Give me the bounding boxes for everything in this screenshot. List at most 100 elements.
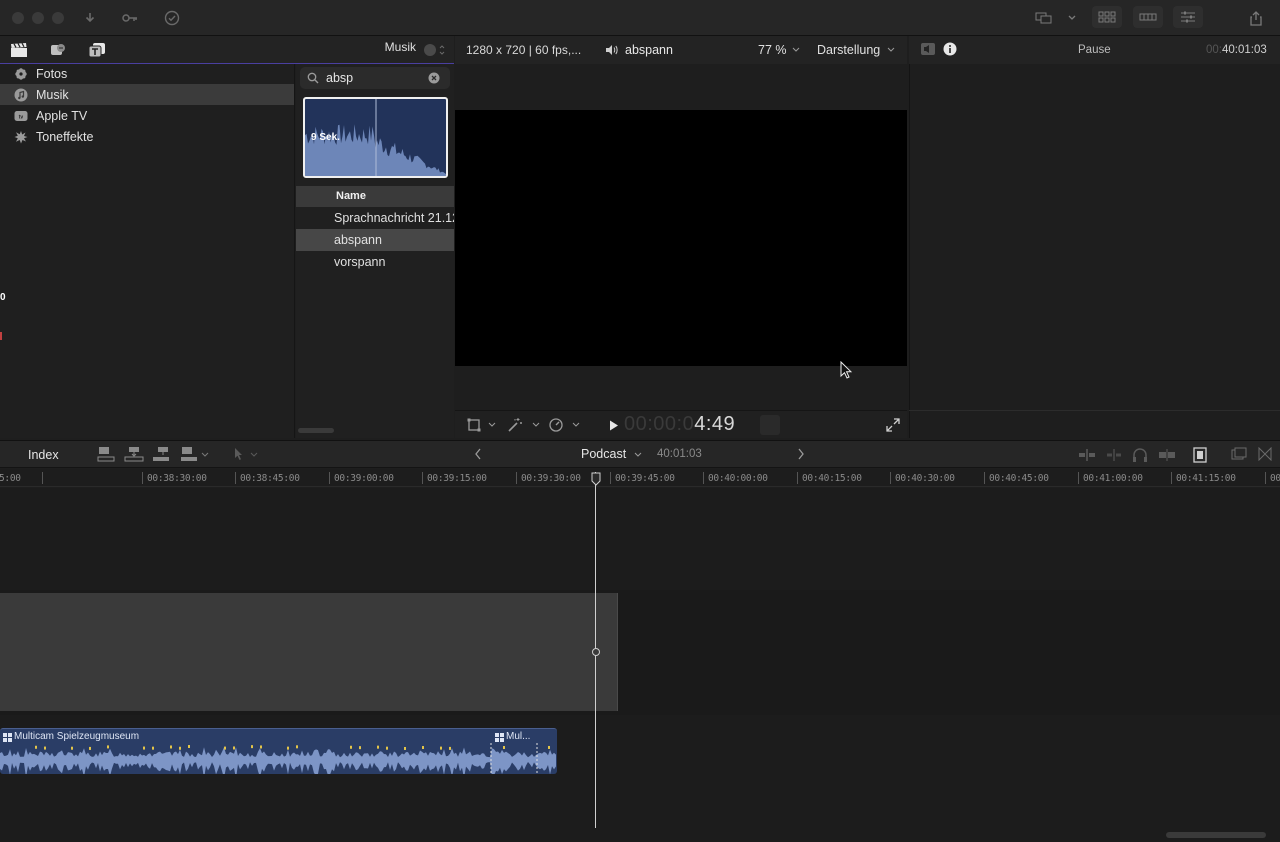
timeline-ruler[interactable]: 5:00 00:38:30:00 00:38:45:00 00:39:00:00 00:…: [0, 469, 1280, 487]
close-window-button[interactable]: [12, 12, 24, 24]
zoom-window-button[interactable]: [52, 12, 64, 24]
retime-button[interactable]: [548, 417, 564, 433]
apple-tv-icon: tv: [14, 109, 28, 123]
search-input[interactable]: [326, 69, 422, 87]
audio-peak: [224, 746, 226, 750]
sidebar-item-apple-tv[interactable]: tv Apple TV: [0, 105, 294, 126]
media-icon: [51, 44, 65, 55]
skimming-button[interactable]: [1078, 448, 1096, 462]
ruler-tick: [797, 472, 798, 484]
viewer-canvas[interactable]: [455, 110, 907, 366]
photos-audio-tab[interactable]: [47, 40, 69, 60]
effects-browser-button[interactable]: [1231, 447, 1247, 461]
gap-clip[interactable]: [0, 593, 618, 711]
ruler-tick: [1171, 472, 1172, 484]
timeline-scrollbar[interactable]: [1166, 832, 1266, 838]
duration-label: 9 Sek.: [311, 132, 340, 143]
audio-meter: [760, 415, 780, 435]
clip-appearance-button[interactable]: [1192, 447, 1208, 463]
chevron-down-icon[interactable]: [488, 422, 496, 428]
titles-generators-tab[interactable]: [86, 40, 108, 60]
list-item[interactable]: Sprachnachricht 21.12: [296, 207, 454, 229]
chevron-down-icon[interactable]: [572, 422, 580, 428]
display-menu[interactable]: Darstellung: [817, 43, 880, 57]
viewer-header: 1280 x 720 | 60 fps,... abspann 77 % Dar…: [455, 36, 907, 64]
sidebar-item-musik[interactable]: Musik: [0, 84, 294, 105]
show-timeline-button[interactable]: [1133, 6, 1163, 28]
share-button[interactable]: [1246, 8, 1266, 28]
list-item[interactable]: abspann: [296, 229, 454, 251]
playhead-marker[interactable]: [592, 648, 600, 656]
select-tool-button[interactable]: [233, 447, 245, 461]
enhance-button[interactable]: [507, 417, 523, 433]
ruler-tick: [142, 472, 143, 484]
grid-icon: [1098, 11, 1116, 23]
edge-indicator: [0, 332, 2, 340]
effects-icon: [1231, 447, 1247, 460]
info-inspector-tab[interactable]: [943, 42, 957, 56]
libraries-tab[interactable]: [8, 40, 30, 60]
chevron-right-icon: [798, 448, 804, 460]
ruler-tick: [42, 472, 43, 484]
browser-scrollbar[interactable]: [298, 428, 334, 433]
play-button[interactable]: [609, 420, 619, 431]
category-stepper[interactable]: [439, 44, 445, 56]
audio-peak: [89, 746, 91, 750]
category-menu-button[interactable]: [424, 44, 436, 56]
clear-search-button[interactable]: [428, 72, 440, 84]
snapping-button[interactable]: [1158, 448, 1176, 462]
keywords-button[interactable]: [120, 8, 140, 28]
transform-button[interactable]: [467, 418, 483, 432]
workspace-menu-button[interactable]: [1062, 8, 1082, 28]
show-browser-button[interactable]: [1092, 6, 1122, 28]
sidebar-item-fotos[interactable]: Fotos: [0, 63, 294, 84]
audio-peak: [440, 746, 442, 750]
ruler-label: 00:39:00:00: [334, 473, 394, 484]
background-tasks-button[interactable]: [162, 8, 182, 28]
audio-skimming-button[interactable]: [1105, 448, 1123, 462]
chevron-down-icon[interactable]: [250, 452, 258, 458]
workspace-button[interactable]: [1034, 8, 1054, 28]
minimize-window-button[interactable]: [32, 12, 44, 24]
audio-thumbnail[interactable]: 9 Sek.: [303, 97, 448, 178]
chevron-down-icon[interactable]: [201, 452, 209, 458]
ruler-label: 00:41:00:00: [1083, 473, 1143, 484]
music-note-icon: [14, 88, 28, 102]
viewer-clip-name: abspann: [625, 43, 673, 57]
connect-clip-button[interactable]: [97, 446, 115, 462]
audio-peak: [143, 746, 145, 750]
chevron-down-icon[interactable]: [532, 422, 540, 428]
share-icon: [1250, 11, 1262, 26]
insert-clip-button[interactable]: [124, 446, 144, 462]
overwrite-clip-button[interactable]: [180, 446, 198, 462]
solo-button[interactable]: [1132, 447, 1148, 463]
index-button[interactable]: Index: [28, 448, 59, 462]
append-clip-button[interactable]: [152, 446, 170, 462]
history-forward-button[interactable]: [797, 448, 805, 460]
list-column-header[interactable]: Name: [296, 186, 454, 207]
zoom-level[interactable]: 77 %: [758, 43, 787, 57]
transitions-browser-button[interactable]: [1258, 447, 1272, 461]
inspector-divider: [909, 410, 1280, 411]
audio-peak: [548, 745, 550, 749]
audio-peak: [251, 745, 253, 749]
upper-lane: [0, 488, 1280, 590]
multicam-clip[interactable]: Multicam Spielzeugmuseum Mul...: [0, 728, 557, 774]
chevron-down-icon[interactable]: [887, 47, 895, 53]
list-item[interactable]: vorspann: [296, 251, 454, 273]
chevron-down-icon[interactable]: [634, 452, 642, 458]
show-inspector-button[interactable]: [1173, 6, 1203, 28]
sidebar-item-toneffekte[interactable]: Toneffekte: [0, 126, 294, 147]
playhead-handle[interactable]: [591, 472, 601, 486]
viewer-timecode[interactable]: 00:00:04:49: [624, 413, 735, 436]
fullscreen-button[interactable]: [886, 418, 900, 432]
import-button[interactable]: [80, 8, 100, 28]
chevron-down-icon[interactable]: [792, 47, 800, 53]
search-icon: [307, 72, 319, 84]
history-back-button[interactable]: [474, 448, 482, 460]
audio-peak: [503, 746, 505, 750]
project-name[interactable]: Podcast: [581, 447, 626, 461]
audio-inspector-tab[interactable]: [920, 42, 936, 56]
headphones-icon: [1133, 448, 1147, 462]
ruler-tick: [235, 472, 236, 484]
